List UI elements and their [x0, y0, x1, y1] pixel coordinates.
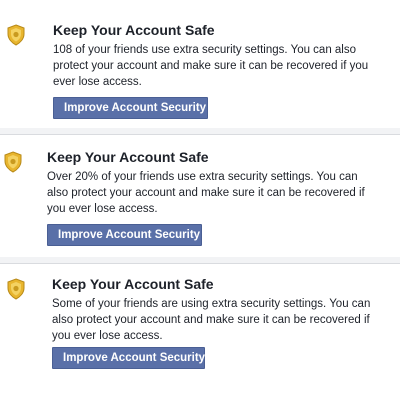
- improve-account-security-button[interactable]: Improve Account Security: [47, 224, 202, 246]
- shield-badge-icon: [7, 278, 25, 300]
- security-card-1: Keep Your Account Safe 108 of your frien…: [0, 0, 400, 128]
- card-title: Keep Your Account Safe: [52, 276, 214, 292]
- card-title: Keep Your Account Safe: [53, 22, 215, 38]
- card-description: Over 20% of your friends use extra secur…: [47, 171, 365, 215]
- improve-account-security-button[interactable]: Improve Account Security: [53, 97, 208, 119]
- card-title: Keep Your Account Safe: [47, 149, 209, 165]
- shield-badge-icon: [7, 24, 25, 46]
- card-description: Some of your friends are using extra sec…: [52, 298, 371, 342]
- security-card-2: Keep Your Account Safe Over 20% of your …: [0, 135, 400, 257]
- improve-account-security-button[interactable]: Improve Account Security: [52, 347, 205, 369]
- card-description: 108 of your friends use extra security s…: [53, 44, 369, 88]
- shield-badge-icon: [4, 151, 22, 173]
- security-card-3: Keep Your Account Safe Some of your frie…: [0, 264, 400, 400]
